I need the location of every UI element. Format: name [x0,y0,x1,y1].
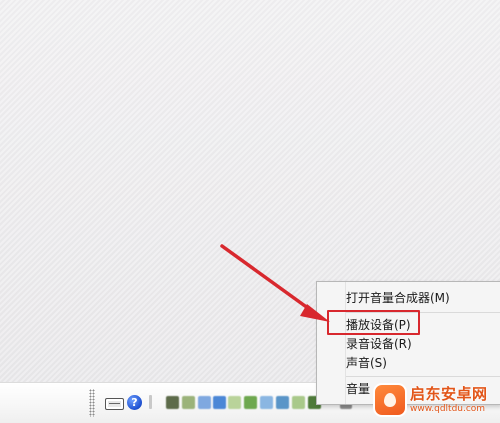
watermark-logo-icon [373,383,407,417]
highlight-box [327,310,420,335]
menu-item-open-volume-mixer[interactable]: 打开音量合成器(M) [346,290,450,306]
tray-app-icon[interactable] [166,396,179,409]
watermark: 启东安卓网 www.qdltdu.com [373,380,500,422]
keyboard-icon[interactable] [105,398,124,410]
tray-grip-handle[interactable] [89,389,95,417]
tray-app-icon[interactable] [276,396,289,409]
tray-app-icon[interactable] [292,396,305,409]
tray-app-icon[interactable] [182,396,195,409]
tray-app-icon[interactable] [260,396,273,409]
pen-icon[interactable] [149,395,152,409]
tray-app-icon[interactable] [244,396,257,409]
menu-separator [346,376,500,377]
menu-item-sounds[interactable]: 声音(S) [346,355,387,371]
help-icon[interactable]: ? [127,395,142,410]
tray-app-icon[interactable] [213,396,226,409]
menu-item-volume[interactable]: 音量 [346,381,370,397]
tray-app-icon[interactable] [228,396,241,409]
tray-app-icon[interactable] [198,396,211,409]
menu-item-recording-devices[interactable]: 录音设备(R) [346,336,412,352]
watermark-title: 启东安卓网 [410,385,488,403]
watermark-url: www.qdltdu.com [410,404,486,414]
